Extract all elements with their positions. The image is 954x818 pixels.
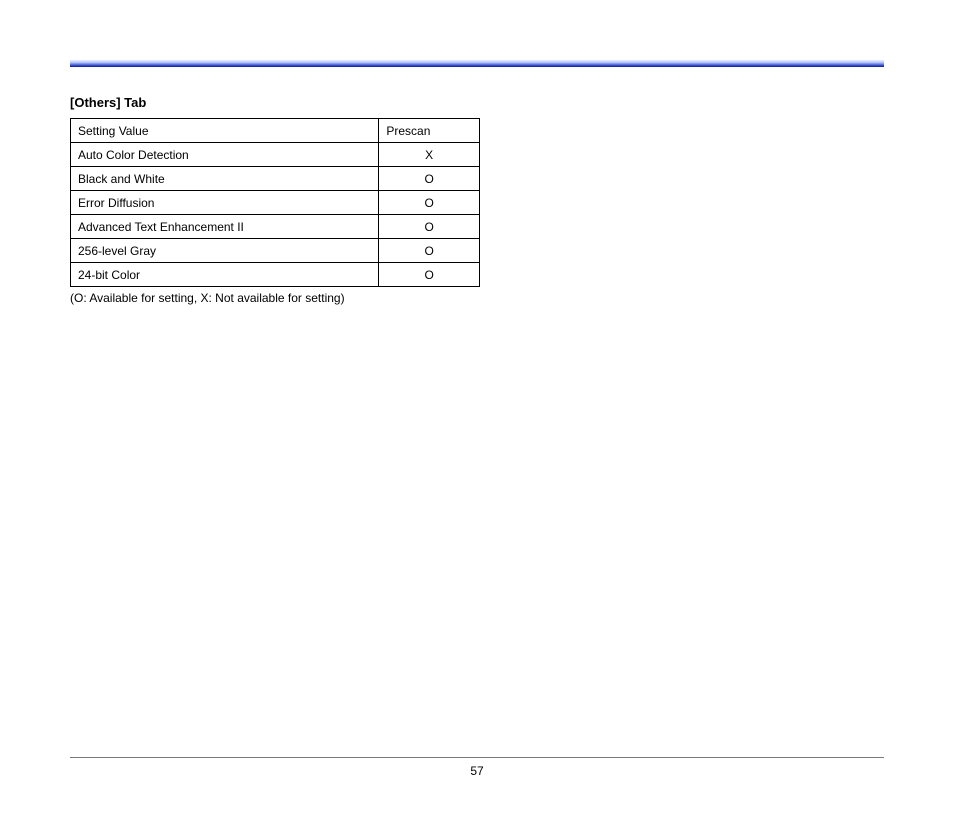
- document-page: [Others] Tab Setting Value Prescan Auto …: [0, 0, 954, 818]
- header-prescan: Prescan: [379, 119, 480, 143]
- setting-value: O: [379, 263, 480, 287]
- setting-value: O: [379, 239, 480, 263]
- section-heading: [Others] Tab: [70, 95, 884, 110]
- setting-label: Black and White: [71, 167, 379, 191]
- table-header-row: Setting Value Prescan: [71, 119, 480, 143]
- setting-value: X: [379, 143, 480, 167]
- setting-label: Auto Color Detection: [71, 143, 379, 167]
- page-footer: 57: [70, 757, 884, 778]
- header-setting-value: Setting Value: [71, 119, 379, 143]
- table-row: 256-level Gray O: [71, 239, 480, 263]
- table-row: Auto Color Detection X: [71, 143, 480, 167]
- settings-table: Setting Value Prescan Auto Color Detecti…: [70, 118, 480, 287]
- setting-value: O: [379, 215, 480, 239]
- setting-label: Advanced Text Enhancement II: [71, 215, 379, 239]
- page-number: 57: [470, 764, 483, 778]
- footer-divider: [70, 757, 884, 758]
- table-row: Error Diffusion O: [71, 191, 480, 215]
- header-divider: [70, 60, 884, 67]
- table-legend: (O: Available for setting, X: Not availa…: [70, 291, 884, 305]
- setting-value: O: [379, 191, 480, 215]
- setting-label: 24-bit Color: [71, 263, 379, 287]
- table-row: Black and White O: [71, 167, 480, 191]
- setting-label: 256-level Gray: [71, 239, 379, 263]
- table-row: Advanced Text Enhancement II O: [71, 215, 480, 239]
- setting-value: O: [379, 167, 480, 191]
- table-row: 24-bit Color O: [71, 263, 480, 287]
- setting-label: Error Diffusion: [71, 191, 379, 215]
